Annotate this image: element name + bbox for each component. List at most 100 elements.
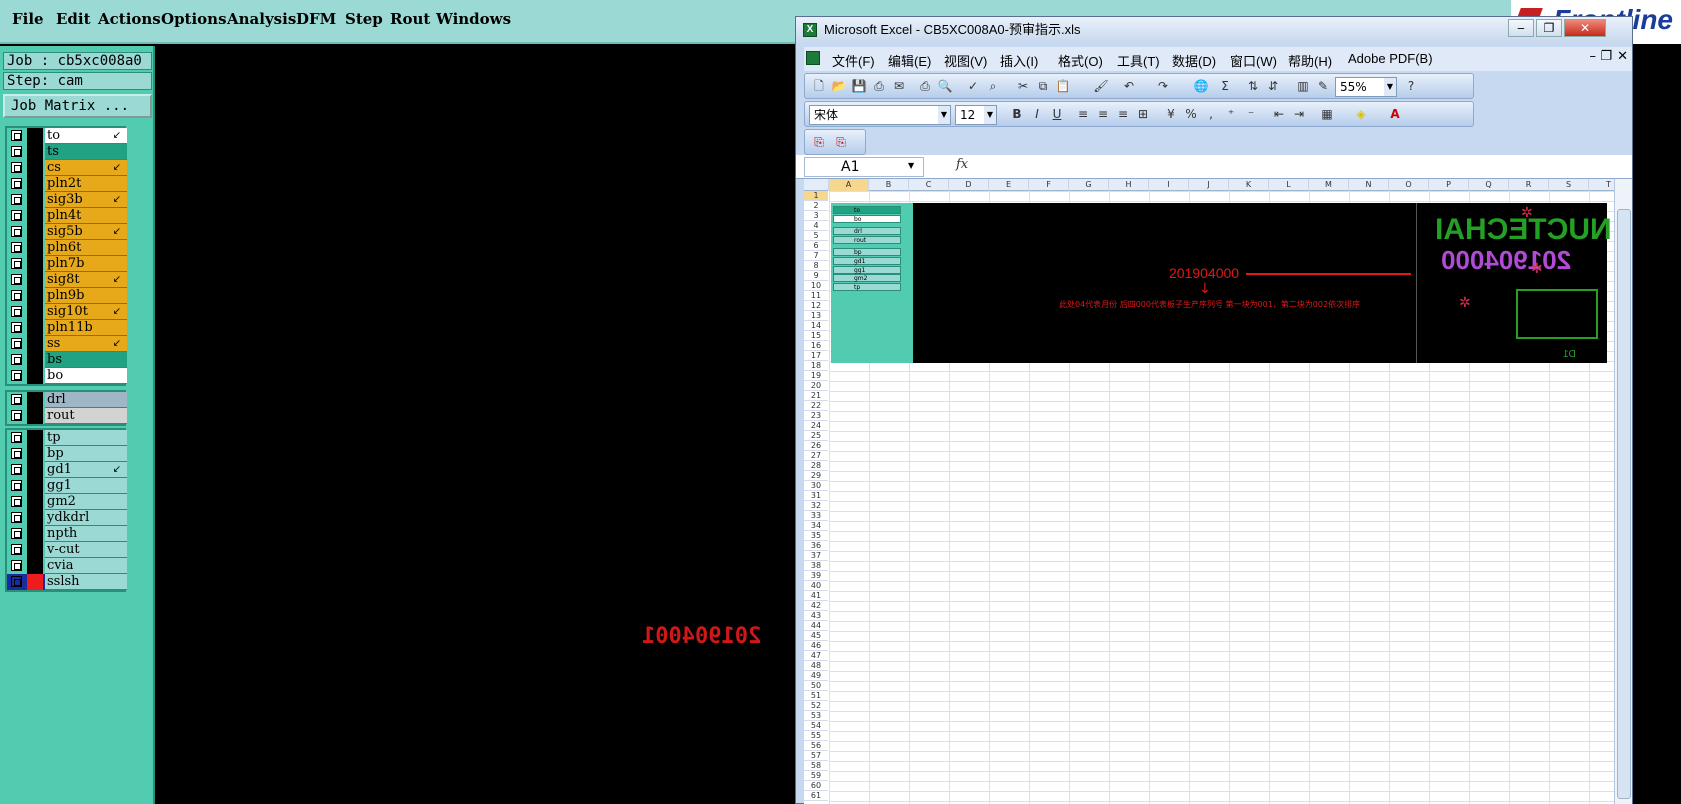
select-all-corner[interactable] <box>804 179 829 191</box>
menu-options[interactable]: Options <box>161 10 227 28</box>
row-header-28[interactable]: 28 <box>804 461 828 471</box>
doc-minimize-button[interactable]: – <box>1590 49 1597 64</box>
layer-checkbox[interactable] <box>11 274 22 285</box>
column-header-F[interactable]: F <box>1029 179 1069 191</box>
column-header-S[interactable]: S <box>1549 179 1589 191</box>
column-header-K[interactable]: K <box>1229 179 1269 191</box>
layer-name[interactable]: cvia <box>45 558 127 574</box>
align-right-icon[interactable]: ≡ <box>1115 107 1131 122</box>
layer-checkbox[interactable] <box>11 480 22 491</box>
row-header-33[interactable]: 33 <box>804 511 828 521</box>
column-header-P[interactable]: P <box>1429 179 1469 191</box>
layer-checkbox[interactable] <box>11 130 22 141</box>
layer-color-swatch[interactable] <box>27 368 43 384</box>
row-header-42[interactable]: 42 <box>804 601 828 611</box>
row-header-44[interactable]: 44 <box>804 621 828 631</box>
layer-row-npth[interactable]: npth <box>7 526 127 542</box>
menu-rout[interactable]: Rout <box>390 10 430 28</box>
layer-color-swatch[interactable] <box>27 352 43 368</box>
layer-color-swatch[interactable] <box>27 510 43 526</box>
layer-color-swatch[interactable] <box>27 320 43 336</box>
layer-name[interactable]: pln4t <box>45 208 127 224</box>
layer-name[interactable]: pln7b <box>45 256 127 272</box>
xl-menu-file[interactable]: 文件(F) <box>832 51 875 70</box>
menu-actions[interactable]: Actions <box>98 10 161 28</box>
layer-checkbox[interactable] <box>11 226 22 237</box>
row-header-56[interactable]: 56 <box>804 741 828 751</box>
workbook-icon[interactable] <box>806 51 820 65</box>
decrease-indent-icon[interactable]: ⇤ <box>1271 107 1287 122</box>
row-header-4[interactable]: 4 <box>804 221 828 231</box>
layer-row-cs[interactable]: cs ↙ <box>7 160 127 176</box>
convert-pdf-email-icon[interactable]: ⎘ <box>833 135 849 150</box>
layer-row-pln4t[interactable]: pln4t <box>7 208 127 224</box>
borders-icon[interactable]: ▦ <box>1319 107 1335 122</box>
column-header-D[interactable]: D <box>949 179 989 191</box>
layer-checkbox[interactable] <box>11 512 22 523</box>
column-header-T[interactable]: T <box>1589 179 1614 191</box>
layer-checkbox[interactable] <box>11 544 22 555</box>
layer-row-cvia[interactable]: cvia <box>7 558 127 574</box>
row-header-37[interactable]: 37 <box>804 551 828 561</box>
layer-checkbox[interactable] <box>11 354 22 365</box>
copy-icon[interactable]: ⧉ <box>1035 79 1051 94</box>
layer-color-swatch[interactable] <box>27 408 43 424</box>
layer-color-swatch[interactable] <box>27 256 43 272</box>
font-dropdown[interactable]: 宋体 ▼ <box>809 105 951 125</box>
layer-row-to[interactable]: to ↙ <box>7 128 127 144</box>
layer-name[interactable]: ydkdrl <box>45 510 127 526</box>
xl-menu-insert[interactable]: 插入(I) <box>1000 51 1038 70</box>
row-header-10[interactable]: 10 <box>804 281 828 291</box>
layer-color-swatch[interactable] <box>27 304 43 320</box>
merge-center-icon[interactable]: ⊞ <box>1135 107 1151 122</box>
column-header-O[interactable]: O <box>1389 179 1429 191</box>
row-header-58[interactable]: 58 <box>804 761 828 771</box>
layer-name[interactable]: pln6t <box>45 240 127 256</box>
layer-row-gd1[interactable]: gd1 ↙ <box>7 462 127 478</box>
doc-close-button[interactable]: ✕ <box>1617 49 1628 64</box>
menu-analysis[interactable]: Analysis <box>227 10 296 28</box>
layer-color-swatch[interactable] <box>27 574 43 590</box>
row-header-12[interactable]: 12 <box>804 301 828 311</box>
row-header-55[interactable]: 55 <box>804 731 828 741</box>
layer-checkbox[interactable] <box>11 432 22 443</box>
row-header-29[interactable]: 29 <box>804 471 828 481</box>
row-header-6[interactable]: 6 <box>804 241 828 251</box>
row-header-45[interactable]: 45 <box>804 631 828 641</box>
row-header-24[interactable]: 24 <box>804 421 828 431</box>
column-header-H[interactable]: H <box>1109 179 1149 191</box>
layer-color-swatch[interactable] <box>27 494 43 510</box>
row-header-8[interactable]: 8 <box>804 261 828 271</box>
layer-color-swatch[interactable] <box>27 224 43 240</box>
layer-color-swatch[interactable] <box>27 192 43 208</box>
increase-indent-icon[interactable]: ⇥ <box>1291 107 1307 122</box>
row-header-52[interactable]: 52 <box>804 701 828 711</box>
layer-name[interactable]: tp <box>45 430 127 446</box>
save-icon[interactable]: 💾 <box>851 79 867 94</box>
undo-icon[interactable]: ↶ <box>1121 79 1137 94</box>
layer-color-swatch[interactable] <box>27 558 43 574</box>
layer-checkbox[interactable] <box>11 322 22 333</box>
vertical-scrollbar[interactable] <box>1614 179 1632 804</box>
column-header-M[interactable]: M <box>1309 179 1349 191</box>
row-header-17[interactable]: 17 <box>804 351 828 361</box>
layer-color-swatch[interactable] <box>27 176 43 192</box>
layer-color-swatch[interactable] <box>27 392 43 408</box>
layer-checkbox[interactable] <box>11 258 22 269</box>
row-header-11[interactable]: 11 <box>804 291 828 301</box>
layer-row-drl[interactable]: drl <box>7 392 127 408</box>
row-header-22[interactable]: 22 <box>804 401 828 411</box>
row-header-36[interactable]: 36 <box>804 541 828 551</box>
row-header-34[interactable]: 34 <box>804 521 828 531</box>
row-header-13[interactable]: 13 <box>804 311 828 321</box>
layer-color-swatch[interactable] <box>27 160 43 176</box>
print-preview-icon[interactable]: 🔍 <box>937 79 953 94</box>
column-header-A[interactable]: A <box>829 179 869 191</box>
row-header-53[interactable]: 53 <box>804 711 828 721</box>
column-header-L[interactable]: L <box>1269 179 1309 191</box>
row-header-7[interactable]: 7 <box>804 251 828 261</box>
row-header-48[interactable]: 48 <box>804 661 828 671</box>
layer-name[interactable]: pln11b <box>45 320 127 336</box>
row-header-15[interactable]: 15 <box>804 331 828 341</box>
column-header-J[interactable]: J <box>1189 179 1229 191</box>
